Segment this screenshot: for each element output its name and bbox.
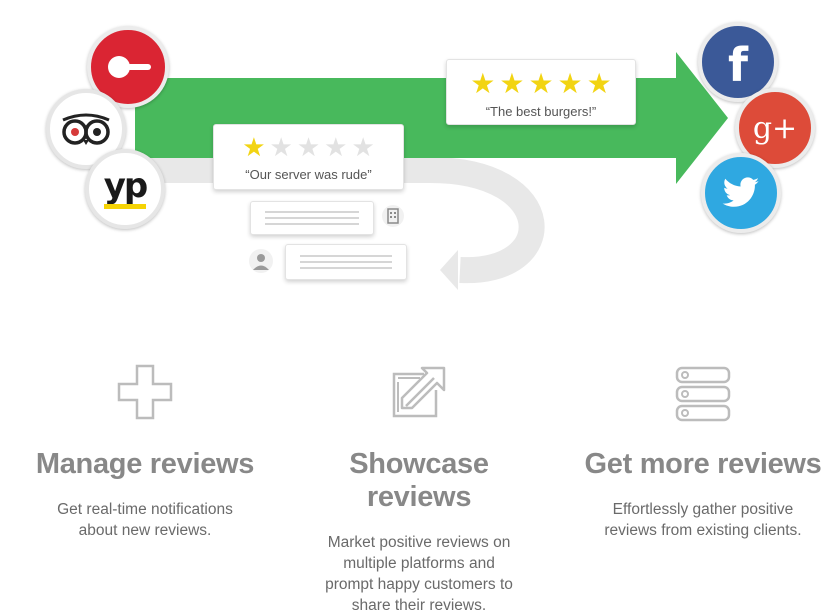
positive-review-card: ★ ★ ★ ★ ★ “The best burgers!” [446, 59, 636, 125]
negative-review-stars: ★ ★ ★ ★ ★ [214, 135, 403, 161]
positive-review-quote: “The best burgers!” [485, 104, 597, 119]
feature-desc-line: Market positive reviews on [327, 534, 511, 551]
star-filled-icon: ★ [499, 67, 525, 100]
feature-desc-line: multiple platforms and [343, 555, 495, 572]
feature-manage: Manage reviews Get real-time notificatio… [20, 360, 270, 541]
twitter-icon [701, 153, 781, 233]
feature-showcase: Showcase reviews Market positive reviews… [294, 360, 544, 616]
feature-get-more: Get more reviews Effortlessly gather pos… [578, 360, 828, 541]
feature-title: Showcase reviews [349, 448, 489, 513]
feature-desc-line: Effortlessly gather positive [612, 501, 794, 518]
positive-review-stars: ★ ★ ★ ★ ★ [447, 70, 635, 98]
business-building-icon [382, 205, 404, 227]
feature-desc-line: reviews from existing clients. [604, 522, 802, 539]
plus-icon [20, 360, 270, 422]
feature-title: Manage reviews [35, 448, 255, 480]
feature-description: Get real-time notifications about new re… [20, 499, 270, 541]
star-empty-icon: ★ [324, 133, 348, 163]
star-filled-icon: ★ [528, 67, 554, 100]
star-filled-icon: ★ [242, 133, 266, 163]
feature-title: Get more reviews [584, 448, 822, 480]
feature-description: Market positive reviews on multiple plat… [294, 532, 544, 616]
negative-review-quote: “Our server was rude” [245, 167, 372, 182]
facebook-glyph: f [727, 38, 748, 92]
star-filled-icon: ★ [557, 67, 583, 100]
yp-text: yp [103, 165, 148, 206]
star-filled-icon: ★ [470, 67, 496, 100]
yp-underline [104, 203, 146, 209]
star-empty-icon: ★ [296, 133, 321, 163]
negative-review-card: ★ ★ ★ ★ ★ “Our server was rude” [213, 124, 404, 190]
google-plus-glyph: g+ [752, 110, 798, 146]
message-bubble-business [250, 201, 374, 235]
share-icon [294, 360, 544, 422]
feature-desc-line: share their reviews. [351, 597, 487, 614]
message-bubble-user [285, 244, 407, 280]
yellowpages-icon: yp [85, 149, 165, 229]
star-empty-icon: ★ [269, 133, 293, 163]
user-avatar-icon [249, 249, 273, 273]
hero-illustration: yp f g+ ★ ★ ★ ★ ★ “The best burgers!” ★ ★ ★ ★ ★ … [0, 0, 836, 300]
star-filled-icon: ★ [586, 67, 612, 100]
return-arrowhead [440, 250, 458, 290]
star-empty-icon: ★ [351, 133, 375, 163]
feature-description: Effortlessly gather positive reviews fro… [578, 499, 828, 541]
feature-desc-line: prompt happy customers to [325, 576, 513, 593]
feature-desc-line: Get real-time notifications [57, 501, 233, 518]
feature-desc-line: about new reviews. [78, 522, 212, 539]
server-stack-icon [578, 360, 828, 422]
